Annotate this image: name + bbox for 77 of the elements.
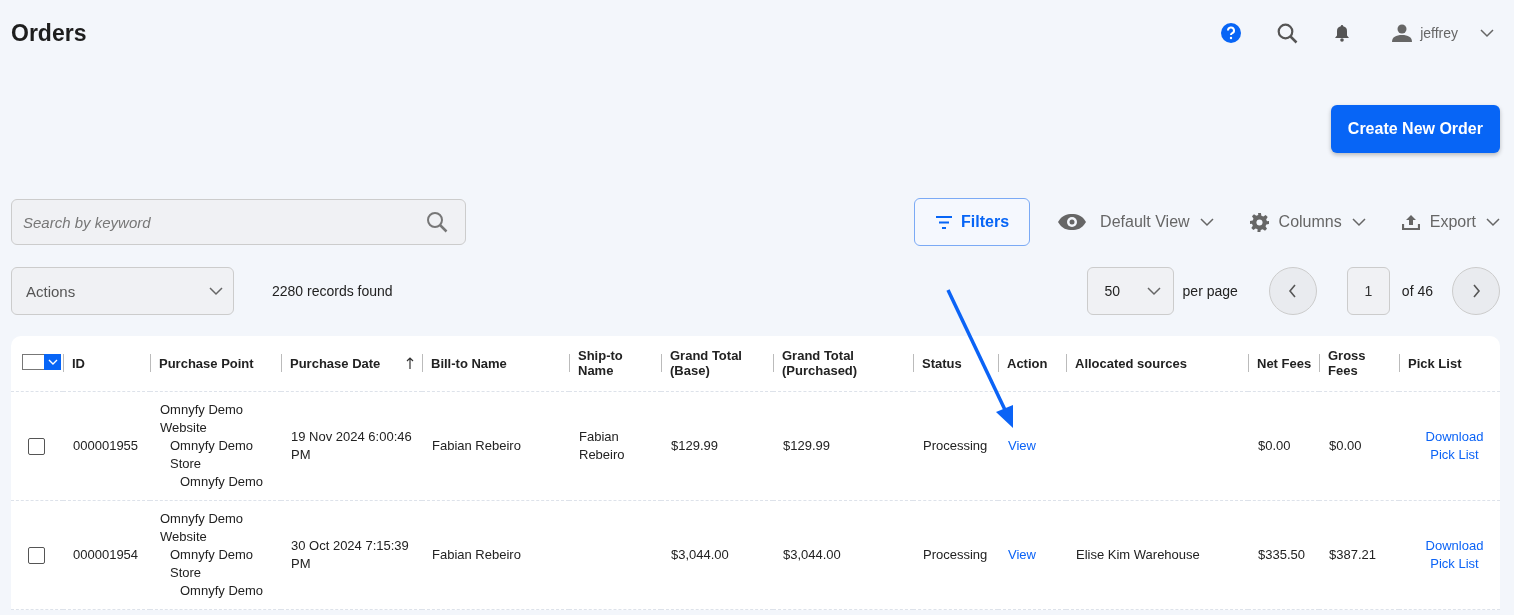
filters-button[interactable]: Filters: [914, 198, 1031, 246]
records-count: 2280 records found: [272, 283, 393, 299]
purchase-point-line: Omnyfy Demo: [179, 472, 265, 491]
columns-dropdown[interactable]: Columns: [1249, 212, 1366, 232]
allocated-source: Elise Kim Warehouse: [1076, 546, 1200, 562]
purchase-point-line: Omnyfy Demo: [179, 581, 265, 600]
column-header[interactable]: Bill-to Name: [431, 355, 507, 371]
grand-total-purchased: $3,044.00: [783, 546, 841, 562]
search-field[interactable]: Search by keyword: [11, 199, 466, 245]
column-header[interactable]: Purchase Date: [290, 355, 381, 371]
page-title: Orders: [11, 19, 88, 47]
order-status: Processing: [923, 546, 988, 562]
user-silhouette-icon: [1392, 24, 1413, 42]
ship-to-name: Fabian Rebeiro: [579, 428, 625, 462]
column-header[interactable]: Status: [922, 355, 962, 371]
column-header[interactable]: Purchase Point: [159, 355, 254, 371]
bill-to-name: Fabian Rebeiro: [432, 437, 521, 453]
search-icon: [426, 211, 448, 233]
purchase-point-line: Omnyfy Demo Website: [160, 509, 245, 546]
column-header[interactable]: Net Fees: [1257, 355, 1312, 371]
column-header[interactable]: Grand Total (Base): [670, 348, 771, 379]
chevron-right-icon: [1471, 284, 1481, 298]
per-page-select[interactable]: 50: [1086, 267, 1174, 315]
column-header[interactable]: ID: [72, 355, 85, 371]
bill-to-name: Fabian Rebeiro: [432, 546, 521, 562]
gear-icon: [1249, 212, 1269, 232]
purchase-date: 19 Nov 2024 6:00:46 PM: [291, 428, 412, 462]
view-link[interactable]: View: [1008, 545, 1036, 564]
sort-arrow-icon: [406, 357, 414, 370]
chevron-down-icon: [1199, 217, 1214, 227]
page-count: of 46: [1401, 283, 1433, 299]
download-pick-list-link[interactable]: Download Pick List: [1421, 536, 1488, 573]
view-dropdown[interactable]: Default View: [1057, 213, 1214, 231]
order-id: 000001954: [73, 546, 139, 562]
net-fees: $335.50: [1258, 546, 1305, 562]
help-icon[interactable]: [1221, 23, 1242, 43]
column-header[interactable]: Grand Total (Purchased): [782, 348, 911, 379]
chevron-down-icon: [1486, 217, 1500, 227]
gross-fees: $387.21: [1329, 546, 1376, 562]
grand-total-base: $3,044.00: [671, 546, 729, 562]
actions-dropdown[interactable]: Actions: [11, 267, 234, 315]
page-number-field[interactable]: 1: [1346, 267, 1390, 315]
order-status: Processing: [923, 437, 988, 453]
column-header[interactable]: Allocated sources: [1075, 355, 1187, 371]
export-dropdown[interactable]: Export: [1401, 213, 1500, 231]
select-all-checkbox[interactable]: [22, 353, 61, 370]
chevron-down-icon: [1146, 286, 1161, 296]
create-new-order-button[interactable]: Create New Order: [1330, 105, 1500, 153]
chevron-down-icon: [209, 286, 223, 296]
grand-total-purchased: $129.99: [783, 437, 830, 453]
upload-tray-icon: [1401, 214, 1420, 230]
purchase-point-line: Omnyfy Demo Store: [169, 545, 255, 582]
grand-total-base: $129.99: [671, 437, 718, 453]
row-checkbox[interactable]: [28, 546, 45, 564]
column-header[interactable]: Ship-to Name: [578, 348, 659, 379]
view-link[interactable]: View: [1008, 436, 1036, 455]
column-header[interactable]: Action: [1007, 355, 1048, 371]
per-page-label: per page: [1182, 283, 1238, 299]
chevron-left-icon: [1288, 284, 1298, 298]
user-menu[interactable]: jeffrey: [1386, 23, 1500, 43]
purchase-point-line: Omnyfy Demo Store: [169, 436, 255, 473]
eye-icon: [1057, 213, 1088, 231]
bell-icon[interactable]: [1334, 24, 1351, 42]
chevron-down-icon: [1480, 28, 1494, 38]
filter-icon: [935, 215, 954, 229]
order-id: 000001955: [73, 437, 139, 453]
download-pick-list-link[interactable]: Download Pick List: [1421, 427, 1488, 464]
search-icon[interactable]: [1277, 22, 1299, 44]
purchase-date: 30 Oct 2024 7:15:39 PM: [291, 537, 409, 571]
chevron-down-icon: [1351, 217, 1366, 227]
net-fees: $0.00: [1258, 437, 1291, 453]
chevron-down-icon: [47, 358, 58, 365]
column-header[interactable]: Gross Fees: [1328, 348, 1397, 379]
row-checkbox[interactable]: [28, 437, 45, 455]
purchase-point-line: Omnyfy Demo Website: [160, 400, 245, 437]
gross-fees: $0.00: [1329, 437, 1362, 453]
column-header[interactable]: Pick List: [1408, 355, 1462, 371]
